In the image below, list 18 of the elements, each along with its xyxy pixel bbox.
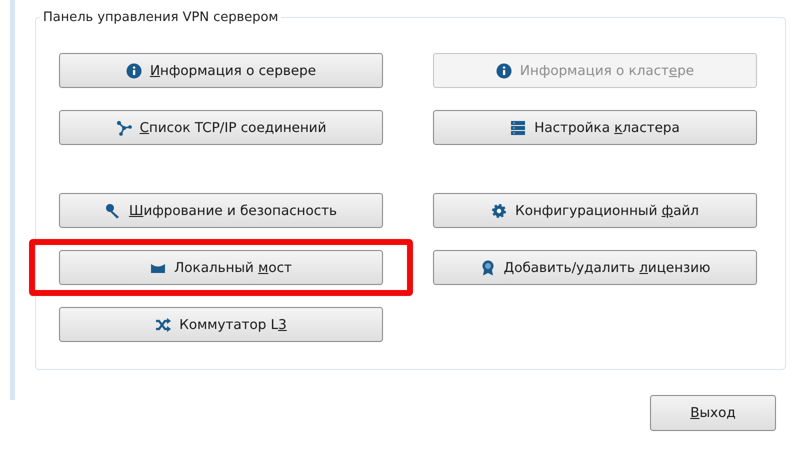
award-icon <box>480 260 496 276</box>
group-title: Панель управления VPN сервером <box>42 10 280 25</box>
button[interactable]: Список TCP/IP соединений <box>59 110 383 145</box>
info-icon <box>496 62 512 78</box>
server-icon <box>510 120 526 136</box>
info-icon <box>126 62 142 78</box>
key-icon <box>105 202 121 218</box>
button[interactable]: Информация о сервере <box>59 53 383 88</box>
gear-icon <box>491 202 508 218</box>
button[interactable]: Локальный мост <box>59 250 383 285</box>
shuffle-icon <box>155 316 172 332</box>
button[interactable]: Шифрование и безопасность <box>59 193 383 228</box>
exit-button[interactable]: Выход <box>650 395 776 431</box>
button[interactable]: Добавить/удалить лицензию <box>433 250 757 285</box>
button[interactable]: Конфигурационный файл <box>433 193 757 228</box>
button[interactable]: Коммутатор L3 <box>59 307 383 342</box>
button[interactable]: Настройка кластера <box>433 110 757 145</box>
network-icon <box>116 120 132 136</box>
